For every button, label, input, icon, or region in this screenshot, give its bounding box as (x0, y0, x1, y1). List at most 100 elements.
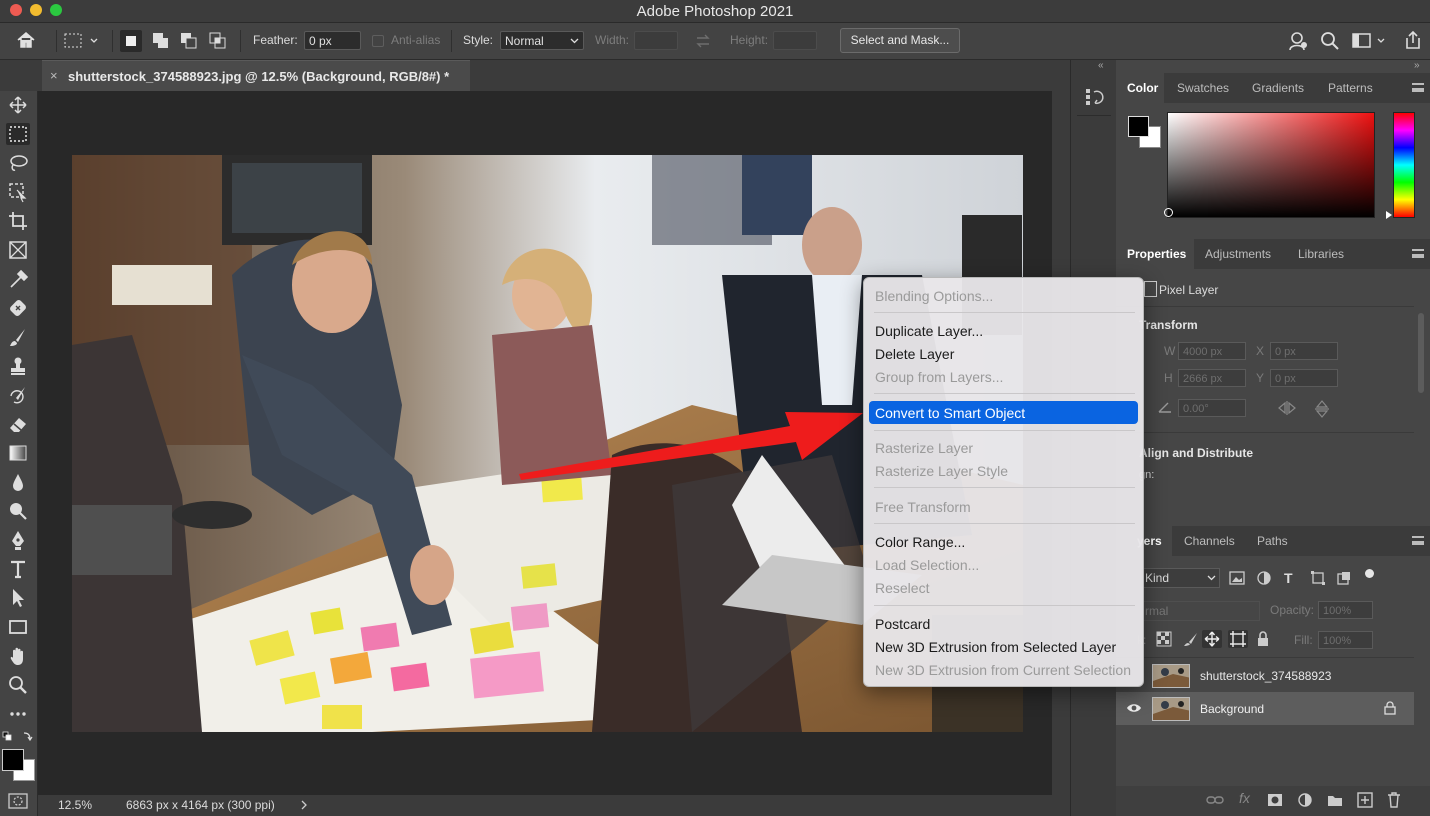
foreground-color-swatch[interactable] (2, 749, 24, 771)
chevron-right-icon[interactable] (299, 796, 309, 814)
menu-item-delete-layer[interactable]: Delete Layer (875, 346, 954, 362)
new-selection-icon[interactable] (120, 30, 142, 52)
menu-item-duplicate-layer[interactable]: Duplicate Layer... (875, 323, 983, 339)
flip-horizontal-icon[interactable] (1277, 400, 1297, 416)
eraser-icon[interactable] (6, 413, 30, 435)
gradient-icon[interactable] (6, 442, 30, 464)
tab-libraries[interactable]: Libraries (1298, 247, 1344, 261)
history-panel-icon[interactable] (1085, 86, 1105, 108)
new-layer-icon[interactable] (1357, 792, 1373, 808)
select-and-mask-button[interactable]: Select and Mask... (840, 28, 960, 53)
tab-channels[interactable]: Channels (1184, 534, 1235, 548)
properties-scrollbar[interactable] (1418, 313, 1424, 393)
filter-type-icon[interactable]: T (1284, 570, 1293, 586)
x-input[interactable]: 0 px (1270, 342, 1338, 360)
filter-shape-icon[interactable] (1311, 571, 1325, 585)
hue-slider-marker[interactable] (1386, 211, 1392, 219)
lasso-icon[interactable] (6, 152, 30, 174)
link-layers-icon[interactable] (1206, 794, 1224, 806)
fill-input[interactable]: 100% (1318, 631, 1373, 649)
width-input[interactable] (634, 31, 678, 50)
menu-item-3d-extrusion-current-selection[interactable]: New 3D Extrusion from Current Selection (875, 662, 1131, 678)
delete-layer-icon[interactable] (1387, 792, 1401, 808)
tab-color[interactable]: Color (1127, 81, 1158, 95)
clone-stamp-icon[interactable] (6, 355, 30, 377)
brush-icon[interactable] (6, 326, 30, 348)
feather-input[interactable]: 0 px (304, 31, 361, 50)
add-to-selection-icon[interactable] (150, 30, 172, 52)
filter-pixel-icon[interactable] (1229, 571, 1245, 585)
frame-icon[interactable] (6, 239, 30, 261)
move-icon[interactable] (6, 94, 30, 116)
menu-item-group-from-layers[interactable]: Group from Layers... (875, 369, 1003, 385)
style-select[interactable]: Normal (500, 31, 584, 50)
healing-brush-icon[interactable] (6, 297, 30, 319)
subtract-from-selection-icon[interactable] (178, 30, 200, 52)
filter-toggle-icon[interactable] (1365, 569, 1374, 578)
type-icon[interactable] (6, 558, 30, 580)
tab-patterns[interactable]: Patterns (1328, 81, 1373, 95)
zoom-level[interactable]: 12.5% (58, 798, 92, 812)
lock-position-icon[interactable] (1202, 630, 1222, 648)
menu-item-postcard[interactable]: Postcard (875, 616, 930, 632)
layer-style-icon[interactable]: fx (1239, 790, 1250, 806)
menu-item-rasterize-layer-style[interactable]: Rasterize Layer Style (875, 463, 1008, 479)
collapse-icon-column-icon[interactable]: « (1098, 60, 1104, 71)
share-user-icon[interactable] (1288, 31, 1310, 51)
lock-artboard-icon[interactable] (1228, 630, 1248, 648)
marquee-preset-icon[interactable] (64, 32, 100, 50)
lock-all-icon[interactable] (1256, 631, 1270, 647)
marquee-icon[interactable] (6, 123, 30, 145)
history-brush-icon[interactable] (6, 384, 30, 406)
y-input[interactable]: 0 px (1270, 369, 1338, 387)
more-tools-icon[interactable] (6, 703, 30, 725)
adjustment-layer-icon[interactable] (1298, 793, 1312, 807)
lock-pixels-icon[interactable] (1183, 631, 1199, 647)
workspace-icon[interactable] (1352, 32, 1388, 50)
color-panel-menu-icon[interactable] (1412, 83, 1424, 92)
h-input[interactable]: 2666 px (1178, 369, 1246, 387)
filter-adjustment-icon[interactable] (1257, 571, 1271, 585)
color-fg-swatch[interactable] (1128, 116, 1149, 137)
add-mask-icon[interactable] (1267, 793, 1283, 807)
object-select-icon[interactable] (6, 181, 30, 203)
crop-icon[interactable] (6, 210, 30, 232)
dodge-icon[interactable] (6, 500, 30, 522)
blend-mode-select[interactable]: rmal (1140, 601, 1260, 621)
new-group-icon[interactable] (1327, 793, 1343, 807)
menu-item-rasterize-layer[interactable]: Rasterize Layer (875, 440, 973, 456)
pen-icon[interactable] (6, 529, 30, 551)
filter-smart-object-icon[interactable] (1337, 571, 1351, 585)
layers-panel-menu-icon[interactable] (1412, 536, 1424, 545)
menu-item-convert-to-smart-object[interactable]: Convert to Smart Object (875, 405, 1025, 421)
zoom-icon[interactable] (6, 674, 30, 696)
path-select-icon[interactable] (6, 587, 30, 609)
tab-adjustments[interactable]: Adjustments (1205, 247, 1271, 261)
swap-icon[interactable] (695, 33, 711, 49)
w-input[interactable]: 4000 px (1178, 342, 1246, 360)
swap-colors-icon[interactable] (2, 730, 36, 744)
antialias-checkbox[interactable] (372, 35, 384, 47)
menu-item-color-range[interactable]: Color Range... (875, 534, 965, 550)
blur-icon[interactable] (6, 471, 30, 493)
hand-icon[interactable] (6, 645, 30, 667)
tab-gradients[interactable]: Gradients (1252, 81, 1304, 95)
share-icon[interactable] (1403, 30, 1423, 50)
opacity-input[interactable]: 100% (1318, 601, 1373, 619)
flip-vertical-icon[interactable] (1314, 399, 1330, 419)
layer-row-background[interactable]: Background (1116, 692, 1414, 725)
menu-item-blending-options[interactable]: Blending Options... (875, 288, 993, 304)
properties-panel-menu-icon[interactable] (1412, 249, 1424, 258)
collapse-panels-icon[interactable]: » (1414, 60, 1420, 71)
angle-input[interactable]: 0.00° (1178, 399, 1246, 417)
tab-properties[interactable]: Properties (1127, 247, 1186, 261)
layer-filter-select[interactable]: Kind (1140, 568, 1220, 588)
tab-paths[interactable]: Paths (1257, 534, 1288, 548)
intersect-selection-icon[interactable] (207, 30, 229, 52)
eye-icon[interactable] (1126, 702, 1142, 714)
search-icon[interactable] (1320, 31, 1340, 51)
menu-item-reselect[interactable]: Reselect (875, 580, 929, 596)
close-tab-icon[interactable]: × (50, 68, 58, 83)
quick-mask-icon[interactable] (8, 793, 28, 809)
menu-item-free-transform[interactable]: Free Transform (875, 499, 971, 515)
